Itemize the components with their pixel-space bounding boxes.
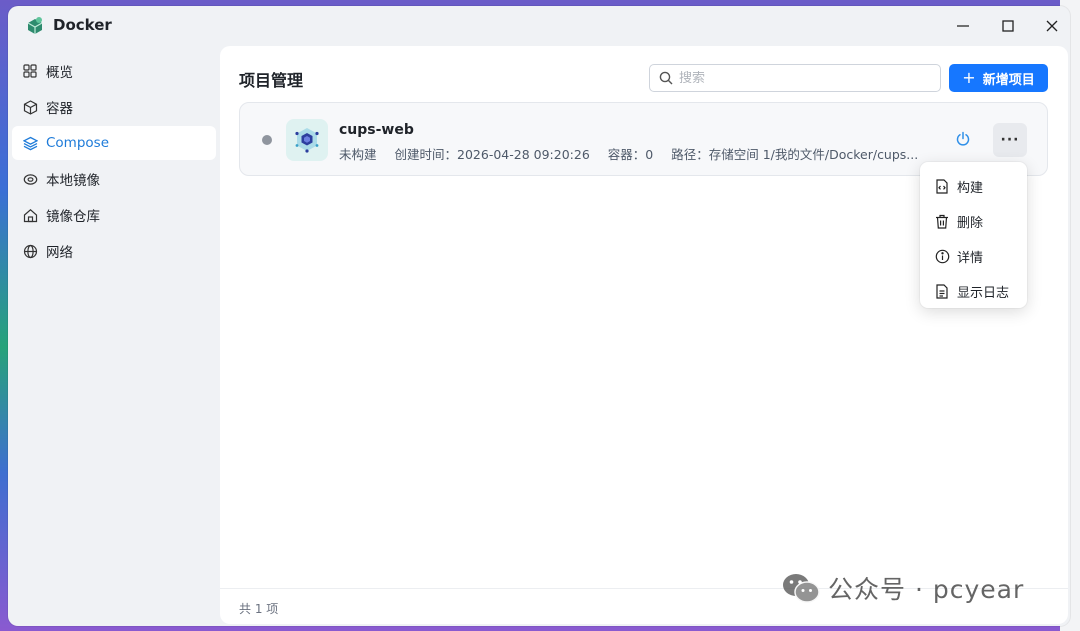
minimize-icon: [957, 25, 969, 27]
sidebar-item-containers[interactable]: 容器: [12, 90, 216, 124]
plus-icon: +: [962, 68, 976, 87]
menu-item-label: 详情: [957, 251, 984, 266]
sidebar-item-label: 本地镜像: [46, 173, 100, 189]
search-input[interactable]: [679, 70, 919, 86]
project-path: 路径：存储空间 1/我的文件/Docker/cups...: [671, 147, 919, 162]
add-project-label: 新增项目: [982, 72, 1035, 88]
close-button[interactable]: [1037, 12, 1067, 40]
sidebar-item-label: 概览: [46, 65, 73, 81]
log-file-icon: [934, 284, 950, 300]
docker-window: Docker 概览 容器 Compose 本地镜像 镜像仓库 网络 项目管理 搜…: [8, 6, 1070, 626]
docker-app-icon: [27, 17, 43, 34]
main-panel: 项目管理 + 新增项目 c: [220, 46, 1068, 624]
sidebar-item-image-registry[interactable]: 镜像仓库: [12, 198, 216, 232]
build-file-icon: [934, 179, 950, 195]
add-project-button[interactable]: + 新增项目: [949, 64, 1048, 92]
cube-icon: [22, 99, 38, 115]
wechat-icon: [783, 574, 820, 603]
layers-icon: [22, 135, 38, 151]
app-title: Docker: [53, 16, 112, 34]
more-icon: ···: [1000, 132, 1020, 148]
search-box[interactable]: [649, 64, 941, 92]
page-title: 项目管理: [239, 71, 304, 90]
power-icon: [956, 131, 970, 146]
search-icon: [659, 71, 673, 85]
minimize-button[interactable]: [948, 12, 978, 40]
menu-item-delete[interactable]: 删除: [920, 204, 1027, 239]
sidebar-item-label: 镜像仓库: [46, 209, 100, 225]
menu-item-label: 构建: [957, 181, 984, 196]
sidebar-item-local-images[interactable]: 本地镜像: [12, 162, 216, 196]
sidebar-item-overview[interactable]: 概览: [12, 54, 216, 88]
project-name: cups-web: [339, 122, 414, 138]
watermark-text: 公众号 · pcyear: [828, 575, 1025, 604]
globe-icon: [22, 243, 38, 259]
status-dot: [262, 135, 272, 145]
project-status: 未构建: [339, 147, 377, 162]
start-button[interactable]: [952, 128, 974, 150]
menu-item-show-logs[interactable]: 显示日志: [920, 274, 1027, 309]
sidebar-item-label: 容器: [46, 101, 73, 117]
menu-item-details[interactable]: 详情: [920, 239, 1027, 274]
info-icon: [934, 249, 950, 265]
sidebar-item-label: Compose: [46, 135, 110, 151]
eye-disc-icon: [22, 171, 38, 187]
menu-item-build[interactable]: 构建: [920, 169, 1027, 204]
compose-project-icon: [286, 119, 328, 161]
maximize-button[interactable]: [993, 12, 1023, 40]
grid-icon: [22, 63, 38, 79]
sidebar-item-network[interactable]: 网络: [12, 234, 216, 268]
item-count: 共 1 项: [239, 602, 279, 616]
trash-icon: [934, 214, 950, 230]
project-meta: 未构建 创建时间：2026-04-28 09:20:26 容器：0 路径：存储空…: [339, 144, 936, 163]
sidebar-item-compose[interactable]: Compose: [12, 126, 216, 160]
title-bar: Docker: [8, 6, 1070, 46]
project-created-time: 创建时间：2026-04-28 09:20:26: [394, 147, 590, 162]
more-actions-button[interactable]: ···: [993, 123, 1027, 157]
sidebar-item-label: 网络: [46, 245, 73, 261]
menu-item-label: 显示日志: [957, 286, 1010, 301]
maximize-icon: [1002, 20, 1014, 32]
close-icon: [1046, 20, 1058, 32]
sidebar: 概览 容器 Compose 本地镜像 镜像仓库 网络: [8, 52, 220, 270]
context-menu: 构建 删除 详情 显示日志: [920, 162, 1027, 308]
project-container-count: 容器：0: [607, 147, 654, 162]
home-icon: [22, 207, 38, 223]
watermark: 公众号 · pcyear: [782, 570, 1024, 606]
menu-item-label: 删除: [957, 216, 984, 231]
